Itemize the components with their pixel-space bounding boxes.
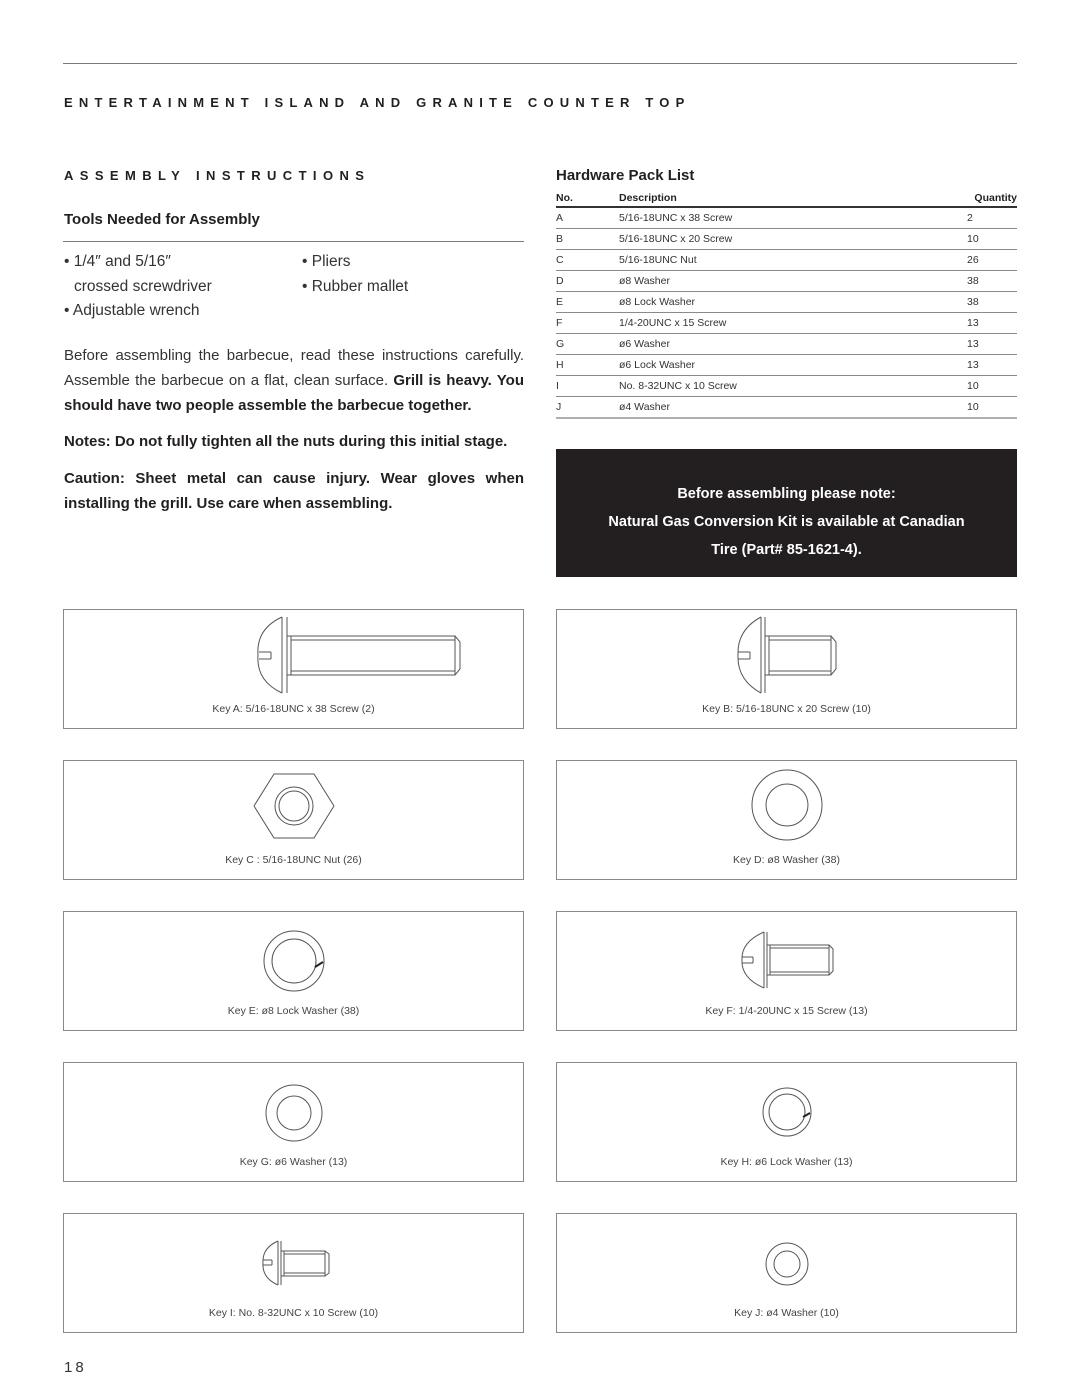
tool-item: • 1/4″ and 5/16″ [64, 253, 171, 270]
long-screw-icon [257, 616, 461, 694]
cell-no: B [556, 228, 619, 250]
key-g-label: Key G: ø6 Washer (13) [239, 1156, 348, 1168]
key-e-box: Key E: ø8 Lock Washer (38) [63, 911, 524, 1031]
cell-no: I [556, 375, 619, 397]
cell-no: G [556, 333, 619, 355]
intro-paragraph: Before assembling the barbecue, read the… [64, 343, 524, 418]
tools-divider [63, 241, 524, 242]
cell-quantity: 10 [967, 375, 1017, 397]
cell-description: No. 8-32UNC x 10 Screw [619, 375, 967, 397]
key-f-label: Key F: 1/4-20UNC x 15 Screw (13) [705, 1005, 868, 1017]
cell-quantity: 26 [967, 249, 1017, 271]
tool-item-continued: crossed screwdriver [74, 278, 212, 295]
caution-paragraph: Caution: Sheet metal can cause injury. W… [64, 470, 524, 512]
table-row: C 5/16-18UNC Nut 26 [556, 249, 1017, 271]
screw-icon [741, 931, 834, 989]
washer-icon [765, 1242, 809, 1286]
key-g-box: Key G: ø6 Washer (13) [63, 1062, 524, 1182]
key-b-box: Key B: 5/16-18UNC x 20 Screw (10) [556, 609, 1017, 729]
cell-no: F [556, 312, 619, 334]
table-row: I No. 8-32UNC x 10 Screw 10 [556, 375, 1017, 397]
screw-icon [737, 616, 837, 694]
key-c-box: Key C : 5/16-18UNC Nut (26) [63, 760, 524, 880]
cell-description: ø4 Washer [619, 396, 967, 419]
table-row: Eø8 Lock Washer 38 [556, 291, 1017, 313]
key-i-box: Key I: No. 8-32UNC x 10 Screw (10) [63, 1213, 524, 1333]
document-title: ENTERTAINMENT ISLAND AND GRANITE COUNTER… [64, 95, 691, 110]
cell-quantity: 13 [967, 354, 1017, 376]
key-a-box: Key A: 5/16-18UNC x 38 Screw (2) [63, 609, 524, 729]
key-h-box: Key H: ø6 Lock Washer (13) [556, 1062, 1017, 1182]
key-j-box: Key J: ø4 Washer (10) [556, 1213, 1017, 1333]
section-title: ASSEMBLY INSTRUCTIONS [64, 168, 371, 183]
key-j-label: Key J: ø4 Washer (10) [734, 1307, 839, 1319]
notice-heading: Before assembling please note: [677, 486, 896, 502]
table-header-row: No. Description Quantity [556, 190, 1017, 208]
table-row: Hø6 Lock Washer 13 [556, 354, 1017, 376]
tool-item: • Adjustable wrench [64, 302, 200, 319]
key-e-label: Key E: ø8 Lock Washer (38) [227, 1005, 360, 1017]
column-header-quantity: Quantity [967, 190, 1017, 208]
cell-description: ø6 Lock Washer [619, 354, 967, 376]
table-row: Dø8 Washer 38 [556, 270, 1017, 292]
key-d-box: Key D: ø8 Washer (38) [556, 760, 1017, 880]
cell-description: 5/16-18UNC x 38 Screw [619, 207, 967, 229]
lock-washer-icon [263, 930, 325, 992]
key-h-label: Key H: ø6 Lock Washer (13) [720, 1156, 853, 1168]
hardware-table: No. Description Quantity A 5/16-18UNC x 3… [556, 190, 1017, 419]
key-c-label: Key C : 5/16-18UNC Nut (26) [225, 854, 362, 866]
cell-quantity: 13 [967, 333, 1017, 355]
hex-nut-icon [253, 773, 335, 839]
key-d-label: Key D: ø8 Washer (38) [733, 854, 840, 866]
key-i-label: Key I: No. 8-32UNC x 10 Screw (10) [208, 1307, 379, 1319]
column-header-no: No. [556, 190, 619, 208]
cell-no: J [556, 396, 619, 419]
key-b-label: Key B: 5/16-18UNC x 20 Screw (10) [702, 703, 871, 715]
cell-description: 1/4-20UNC x 15 Screw [619, 312, 967, 334]
page-number: 18 [64, 1359, 87, 1376]
cell-no: A [556, 207, 619, 229]
cell-no: C [556, 249, 619, 271]
notice-text: Natural Gas Conversion Kit is available … [608, 514, 965, 530]
cell-description: ø8 Lock Washer [619, 291, 967, 313]
table-row: A 5/16-18UNC x 38 Screw 2 [556, 207, 1017, 229]
notes-paragraph: Notes: Do not fully tighten all the nuts… [64, 433, 508, 450]
cell-description: ø8 Washer [619, 270, 967, 292]
small-screw-icon [262, 1240, 330, 1286]
cell-no: H [556, 354, 619, 376]
cell-quantity: 10 [967, 396, 1017, 419]
cell-description: ø6 Washer [619, 333, 967, 355]
table-row: B 5/16-18UNC x 20 Screw 10 [556, 228, 1017, 250]
tool-item: • Rubber mallet [302, 278, 409, 295]
key-a-label: Key A: 5/16-18UNC x 38 Screw (2) [212, 703, 375, 715]
washer-icon [265, 1084, 323, 1142]
key-f-box: Key F: 1/4-20UNC x 15 Screw (13) [556, 911, 1017, 1031]
top-divider [63, 63, 1017, 64]
cell-quantity: 2 [967, 207, 1017, 229]
cell-description: 5/16-18UNC x 20 Screw [619, 228, 967, 250]
cell-no: E [556, 291, 619, 313]
lock-washer-icon [762, 1087, 812, 1137]
washer-icon [751, 769, 823, 841]
hardware-title: Hardware Pack List [556, 167, 695, 184]
cell-no: D [556, 270, 619, 292]
cell-quantity: 38 [967, 270, 1017, 292]
table-row: F 1/4-20UNC x 15 Screw 13 [556, 312, 1017, 334]
tool-item: • Pliers [302, 253, 351, 270]
cell-quantity: 10 [967, 228, 1017, 250]
notice-part-number: Tire (Part# 85-1621-4). [711, 542, 862, 558]
tools-heading: Tools Needed for Assembly [64, 211, 260, 228]
cell-description: 5/16-18UNC Nut [619, 249, 967, 271]
column-header-description: Description [619, 190, 967, 208]
cell-quantity: 13 [967, 312, 1017, 334]
table-row: Jø4 Washer 10 [556, 396, 1017, 419]
cell-quantity: 38 [967, 291, 1017, 313]
notice-box: Before assembling please note: Natural G… [556, 449, 1017, 577]
table-row: Gø6 Washer 13 [556, 333, 1017, 355]
